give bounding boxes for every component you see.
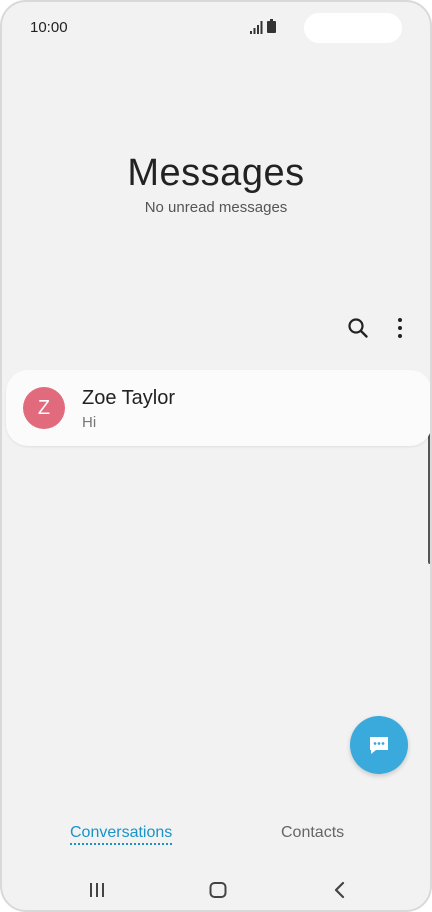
status-time: 10:00	[30, 19, 68, 36]
phone-screen: 10:00 Messages No unread messages Z Zoe …	[0, 0, 432, 912]
more-options-icon[interactable]	[388, 315, 412, 341]
header: Messages No unread messages	[2, 152, 430, 216]
home-icon[interactable]	[209, 882, 227, 898]
back-icon[interactable]	[332, 881, 346, 899]
message-preview: Hi	[82, 414, 97, 431]
battery-icon	[267, 19, 276, 33]
page-title: Messages	[127, 152, 305, 194]
page-subtitle: No unread messages	[144, 199, 288, 216]
status-bar: 10:00	[2, 2, 430, 52]
signal-icon	[250, 20, 264, 34]
compose-button[interactable]	[350, 716, 408, 774]
conversation-item[interactable]: Z Zoe Taylor Hi	[6, 370, 430, 446]
compose-message-icon	[370, 737, 388, 754]
tab-contacts[interactable]: Contacts	[281, 824, 344, 842]
recent-apps-icon[interactable]	[88, 882, 106, 898]
avatar: Z	[23, 387, 65, 429]
contact-name: Zoe Taylor	[82, 387, 176, 409]
tab-conversations[interactable]: Conversations	[70, 824, 173, 845]
navigation-bar	[2, 874, 430, 904]
search-icon[interactable]	[346, 316, 370, 340]
camera-cutout	[304, 13, 402, 43]
